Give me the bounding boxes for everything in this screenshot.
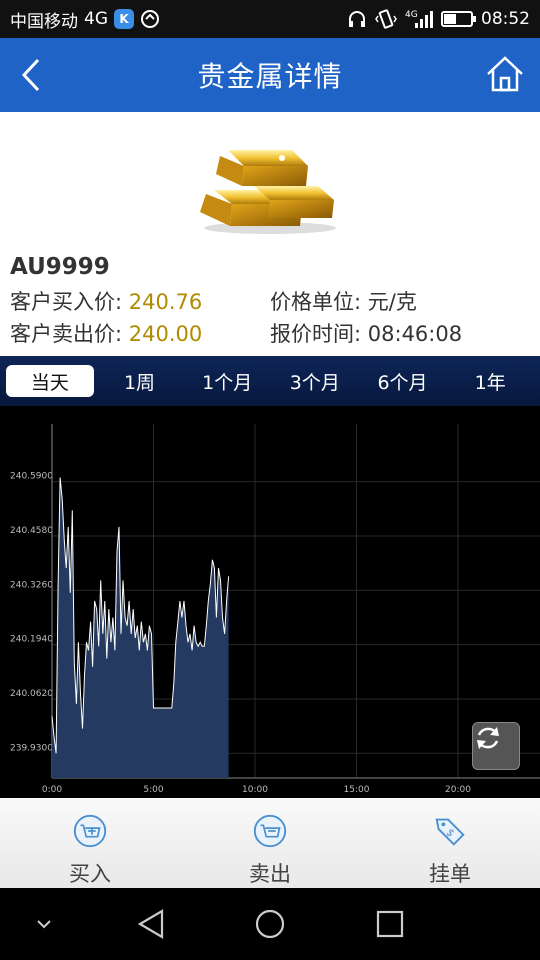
price-unit-row: 价格单位: 元/克	[270, 286, 417, 316]
gold-bars-image	[200, 150, 336, 234]
price-unit-value: 元/克	[367, 290, 417, 314]
pending-order-button-label: 挂单	[429, 862, 471, 886]
price-chart-svg: 0:00 5:00 10:00 15:00 20:00 239.9300 240.0620 2…	[10, 424, 540, 795]
y-tick-label: 239.9300	[10, 743, 53, 753]
tab-1-year[interactable]: 1年	[446, 365, 534, 397]
buy-price-label: 客户买入价:	[10, 290, 123, 314]
quote-time-value: 08:46:08	[367, 322, 463, 346]
status-bar: 中国移动 4G K 4G 08:52	[0, 0, 540, 38]
trade-actions-bar: 买入 卖出 $ 挂单	[0, 798, 540, 888]
price-chart: 0:00 5:00 10:00 15:00 20:00 239.9300 240.0620 2…	[0, 406, 540, 798]
clock: 08:52	[481, 9, 530, 29]
recents-square-icon[interactable]	[376, 910, 404, 938]
tab-1-month[interactable]: 1个月	[183, 365, 271, 397]
product-code: AU9999	[10, 254, 110, 280]
home-circle-icon[interactable]	[254, 908, 286, 940]
sell-price-row: 客户卖出价: 240.00	[10, 318, 202, 348]
home-icon[interactable]	[484, 54, 526, 94]
refresh-icon	[477, 727, 499, 749]
buy-button[interactable]: 买入	[0, 798, 180, 888]
page-title: 贵金属详情	[197, 60, 343, 93]
x-tick-label: 20:00	[445, 785, 471, 795]
tab-6-months[interactable]: 6个月	[359, 365, 447, 397]
app-badge-icon: K	[114, 9, 134, 29]
y-tick-label: 240.5900	[10, 472, 53, 482]
sell-button-label: 卖出	[249, 862, 291, 886]
buy-plus-icon	[73, 814, 107, 848]
y-tick-label: 240.0620	[10, 689, 53, 699]
sync-icon	[140, 9, 160, 29]
headphones-icon	[347, 9, 367, 29]
period-tabs: 当天 1周 1个月 3个月 6个月 1年	[0, 356, 540, 406]
carrier-name: 中国移动	[10, 11, 78, 32]
tab-1-week[interactable]: 1周	[96, 365, 184, 397]
x-tick-label: 10:00	[242, 785, 268, 795]
price-area-fill	[52, 477, 229, 778]
back-chevron-icon[interactable]	[14, 56, 50, 94]
app-header: 贵金属详情	[0, 38, 540, 112]
back-triangle-icon[interactable]	[136, 908, 166, 940]
product-info-panel: AU9999 客户买入价: 240.76 价格单位: 元/克 客户卖出价: 24…	[0, 112, 540, 356]
pending-order-button[interactable]: $ 挂单	[360, 798, 540, 888]
sell-cart-icon	[253, 814, 287, 848]
network-type: 4G	[84, 9, 108, 29]
signal-icon: 4G	[405, 8, 433, 30]
y-tick-label: 240.3260	[10, 580, 53, 590]
price-tag-icon: $	[435, 818, 465, 846]
signal-network-label: 4G	[405, 10, 418, 20]
x-tick-label: 15:00	[344, 785, 370, 795]
price-unit-label: 价格单位:	[270, 290, 362, 314]
chevron-down-icon[interactable]	[34, 914, 54, 934]
sell-price-label: 客户卖出价:	[10, 322, 123, 346]
vibrate-icon	[375, 9, 397, 29]
system-nav-bar	[0, 888, 540, 960]
x-tick-label: 0:00	[42, 785, 62, 795]
buy-price-value: 240.76	[128, 290, 203, 314]
refresh-button[interactable]	[472, 722, 520, 770]
sell-button[interactable]: 卖出	[180, 798, 360, 888]
quote-time-row: 报价时间: 08:46:08	[270, 318, 462, 348]
y-tick-label: 240.4580	[10, 526, 53, 536]
y-tick-label: 240.1940	[10, 635, 53, 645]
x-tick-label: 5:00	[143, 785, 163, 795]
buy-price-row: 客户买入价: 240.76	[10, 286, 202, 316]
sell-price-value: 240.00	[128, 322, 203, 346]
quote-time-label: 报价时间:	[270, 322, 362, 346]
buy-button-label: 买入	[69, 862, 111, 886]
battery-icon	[441, 11, 476, 27]
tab-3-months[interactable]: 3个月	[271, 365, 359, 397]
tab-today[interactable]: 当天	[6, 365, 94, 397]
